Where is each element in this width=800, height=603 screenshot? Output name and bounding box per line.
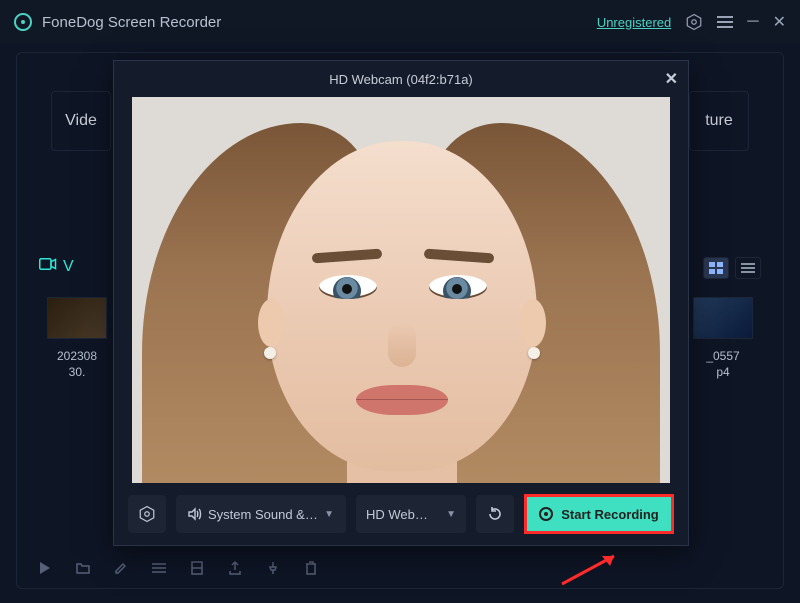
start-recording-label: Start Recording — [561, 507, 659, 522]
mode-chip-right[interactable]: ture — [689, 91, 749, 151]
webcam-preview — [132, 97, 670, 483]
grid-view-icon[interactable] — [703, 257, 729, 279]
chevron-down-icon: ▼ — [446, 509, 456, 520]
titlebar: FoneDog Screen Recorder Unregistered ─ ✕ — [0, 0, 800, 44]
modal-header: HD Webcam (04f2:b71a) ✕ — [114, 61, 688, 97]
speaker-icon — [188, 507, 202, 521]
tab-video-label[interactable]: V — [63, 258, 74, 276]
webcam-face-render — [132, 123, 670, 483]
trash-icon[interactable] — [303, 560, 319, 576]
camera-source-dropdown[interactable]: HD Web… ▼ — [356, 495, 466, 533]
recording-label: _0557 p4 — [683, 349, 763, 380]
modal-settings-button[interactable] — [128, 495, 166, 533]
modal-controls: System Sound &… ▼ HD Web… ▼ Start Record… — [114, 483, 688, 545]
app-logo-icon — [14, 13, 32, 31]
bottom-toolbar — [17, 548, 339, 588]
mode-chip-label: Vide — [65, 112, 97, 130]
sliders-icon[interactable] — [151, 560, 167, 576]
title-left: FoneDog Screen Recorder — [14, 13, 221, 31]
folder-icon[interactable] — [75, 560, 91, 576]
reset-button[interactable] — [476, 495, 514, 533]
chevron-down-icon: ▼ — [324, 509, 334, 520]
settings-hex-icon[interactable] — [685, 13, 703, 31]
app-title: FoneDog Screen Recorder — [42, 14, 221, 31]
camera-source-label: HD Web… — [366, 507, 428, 522]
edit-icon[interactable] — [113, 560, 129, 576]
refresh-icon — [487, 506, 503, 522]
recording-thumb[interactable] — [693, 297, 753, 339]
view-switch — [703, 257, 761, 279]
unregistered-link[interactable]: Unregistered — [597, 15, 671, 30]
gear-icon — [138, 505, 156, 523]
minimize-icon[interactable]: ─ — [747, 13, 758, 31]
mode-chip-label: ture — [705, 112, 733, 130]
close-window-icon[interactable]: ✕ — [773, 12, 786, 32]
close-icon[interactable]: ✕ — [665, 69, 678, 89]
recording-label: 202308 30. — [37, 349, 117, 380]
play-icon[interactable] — [37, 560, 53, 576]
webcam-modal: HD Webcam (04f2:b71a) ✕ — [113, 60, 689, 546]
audio-source-dropdown[interactable]: System Sound &… ▼ — [176, 495, 346, 533]
menu-icon[interactable] — [717, 16, 733, 28]
audio-source-label: System Sound &… — [208, 507, 318, 522]
share-icon[interactable] — [227, 560, 243, 576]
tab-video-icon[interactable] — [39, 257, 57, 276]
start-recording-button[interactable]: Start Recording — [524, 494, 674, 534]
convert-icon[interactable] — [189, 560, 205, 576]
record-icon — [539, 507, 553, 521]
list-view-icon[interactable] — [735, 257, 761, 279]
mode-chip-left[interactable]: Vide — [51, 91, 111, 151]
title-right: Unregistered ─ ✕ — [597, 12, 786, 32]
pin-icon[interactable] — [265, 560, 281, 576]
recording-thumb[interactable] — [47, 297, 107, 339]
modal-title: HD Webcam (04f2:b71a) — [329, 72, 473, 87]
